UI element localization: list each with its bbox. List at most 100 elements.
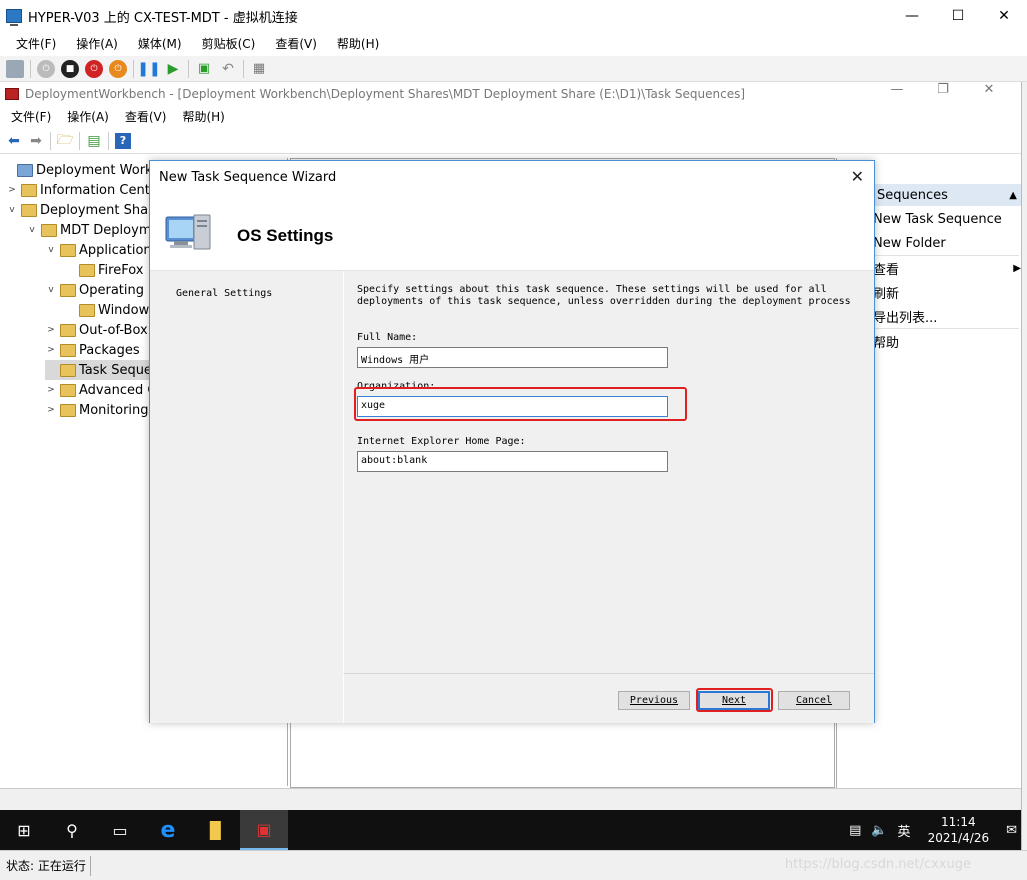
- page-title: OS Settings: [237, 226, 334, 245]
- help-icon[interactable]: ?: [115, 132, 131, 149]
- mmc-restore-icon[interactable]: ❐: [920, 82, 966, 97]
- tree-item[interactable]: v Application: [45, 240, 151, 260]
- vm-menu-help[interactable]: 帮助(H): [337, 35, 379, 52]
- wizard-step-general-settings[interactable]: General Settings: [176, 288, 272, 299]
- ie-home-page-field[interactable]: about:blank: [357, 451, 668, 472]
- vm-status-bar: 状态: 正在运行 https://blog.csdn.net/cxxuge: [0, 850, 1027, 880]
- folder-icon: [60, 383, 76, 397]
- vm-menu-file[interactable]: 文件(F): [16, 35, 56, 52]
- collapse-icon: ▲: [1009, 189, 1017, 201]
- enhanced-session-icon[interactable]: ▦: [250, 60, 268, 78]
- tree-item[interactable]: v Operating S: [45, 280, 156, 300]
- resume-icon[interactable]: ▶: [164, 60, 182, 78]
- minimize-icon[interactable]: —: [889, 0, 935, 32]
- ctrl-alt-del-icon[interactable]: [6, 59, 24, 78]
- volume-muted-icon[interactable]: 🔈: [871, 823, 887, 838]
- taskbar: ⊞ ⚲ ▭ e ▉ ▣ ▤ 🔈 英 11:14 2021/4/26 ✉: [0, 810, 1021, 850]
- vm-window-title: HYPER-V03 上的 CX-TEST-MDT - 虚拟机连接: [28, 10, 298, 26]
- clock[interactable]: 11:14 2021/4/26: [928, 814, 990, 846]
- network-icon[interactable]: ▤: [849, 823, 861, 838]
- forward-arrow-icon[interactable]: ➡: [28, 133, 44, 149]
- tree-item[interactable]: > Out-of-Box: [45, 320, 148, 340]
- tree-item[interactable]: Deployment Workbe: [2, 160, 169, 180]
- toolbar-separator: [79, 131, 80, 150]
- export-list-icon[interactable]: ▤: [86, 133, 102, 149]
- mmc-menu-view[interactable]: 查看(V): [125, 108, 167, 125]
- toolbar-separator: [133, 59, 134, 78]
- start-windows-icon[interactable]: ⊞: [0, 810, 48, 850]
- vm-menubar: 文件(F) 操作(A) 媒体(M) 剪贴板(C) 查看(V) 帮助(H): [0, 32, 1027, 54]
- vm-menu-clipboard[interactable]: 剪贴板(C): [202, 35, 256, 52]
- turn-off-icon[interactable]: ■: [61, 59, 79, 78]
- vm-menu-media[interactable]: 媒体(M): [138, 35, 182, 52]
- save-icon[interactable]: ⏻: [109, 59, 127, 78]
- full-name-field[interactable]: Windows 用户: [357, 347, 668, 368]
- vm-menu-action[interactable]: 操作(A): [76, 35, 118, 52]
- vm-status-text: 状态: 正在运行: [6, 859, 86, 873]
- tree-item[interactable]: > Advanced C: [45, 380, 156, 400]
- internet-explorer-icon[interactable]: e: [144, 810, 192, 850]
- vm-menu-view[interactable]: 查看(V): [275, 35, 317, 52]
- full-name-label: Full Name:: [357, 332, 418, 343]
- task-view-icon[interactable]: ▭: [96, 810, 144, 850]
- mmc-titlebar: DeploymentWorkbench - [Deployment Workbe…: [0, 82, 1021, 106]
- cancel-button[interactable]: Cancel: [778, 691, 850, 710]
- file-explorer-icon[interactable]: ▉: [192, 810, 240, 850]
- mmc-menubar: 文件(F) 操作(A) 查看(V) 帮助(H): [0, 106, 1021, 126]
- dialog-title: New Task Sequence Wizard: [159, 169, 337, 185]
- action-new-folder[interactable]: New Folder: [873, 232, 946, 254]
- revert-icon[interactable]: ↶: [219, 60, 237, 78]
- toolbar-separator: [188, 59, 189, 78]
- start-icon[interactable]: ⏻: [37, 59, 55, 78]
- mmc-toolbar: ⬅ ➡ 🗁 ▤ ?: [0, 128, 1021, 154]
- tree-item[interactable]: v Deployment Share: [6, 200, 161, 220]
- folder-icon: [21, 203, 37, 217]
- vm-window-controls: — ☐ ✕: [889, 0, 1027, 32]
- vm-connection-icon: [6, 9, 22, 26]
- toolbar-separator: [243, 59, 244, 78]
- ie-home-page-label: Internet Explorer Home Page:: [357, 436, 526, 447]
- vm-titlebar: HYPER-V03 上的 CX-TEST-MDT - 虚拟机连接 — ☐ ✕: [0, 0, 1027, 32]
- action-help[interactable]: 帮助: [873, 330, 899, 352]
- mmc-window-title: DeploymentWorkbench - [Deployment Workbe…: [25, 87, 746, 101]
- tree-item[interactable]: Window: [64, 300, 149, 320]
- up-folder-icon[interactable]: 🗁: [56, 132, 73, 149]
- close-icon[interactable]: ✕: [851, 167, 864, 186]
- maximize-icon[interactable]: ☐: [935, 0, 981, 32]
- previous-button[interactable]: Previous: [618, 691, 690, 710]
- tree-item-selected[interactable]: Task Seque: [45, 360, 155, 380]
- mmc-menu-file[interactable]: 文件(F): [11, 108, 51, 125]
- action-new-task-sequence[interactable]: New Task Sequence: [873, 208, 1002, 230]
- ime-indicator[interactable]: 英: [898, 821, 911, 840]
- shutdown-icon[interactable]: ⏻: [85, 59, 103, 78]
- tree-item[interactable]: > Information Cente: [6, 180, 158, 200]
- computer-icon: [165, 214, 211, 250]
- dialog-footer: Previous Next Cancel: [343, 673, 874, 723]
- action-view[interactable]: 查看 ▶: [873, 257, 1021, 279]
- tree-item[interactable]: v MDT Deploym: [26, 220, 151, 240]
- mmc-window-controls: — ❐ ✕: [874, 82, 1012, 97]
- mmc-menu-help[interactable]: 帮助(H): [182, 108, 224, 125]
- action-export-list[interactable]: 导出列表...: [873, 305, 937, 327]
- deployment-workbench-taskbar-icon[interactable]: ▣: [240, 810, 288, 850]
- mmc-menu-action[interactable]: 操作(A): [67, 108, 109, 125]
- notification-icon[interactable]: ✉: [1006, 823, 1017, 838]
- close-icon[interactable]: ✕: [981, 0, 1027, 32]
- tree-item[interactable]: > Packages: [45, 340, 139, 360]
- folder-icon: [60, 243, 76, 257]
- action-refresh[interactable]: 刷新: [873, 281, 899, 303]
- tree-item[interactable]: > Monitoring: [45, 400, 148, 420]
- mmc-minimize-icon[interactable]: —: [874, 82, 920, 97]
- pause-icon[interactable]: ❚❚: [137, 60, 160, 78]
- new-task-sequence-wizard: New Task Sequence Wizard ✕ OS Settings G…: [149, 160, 875, 723]
- vm-toolbar: ⏻ ■ ⏻ ⏻ ❚❚ ▶ ▣ ↶ ▦: [0, 56, 1027, 82]
- mmc-close-icon[interactable]: ✕: [966, 82, 1012, 97]
- system-tray: ▤ 🔈 英 11:14 2021/4/26 ✉: [844, 810, 1021, 850]
- checkpoint-icon[interactable]: ▣: [195, 60, 213, 78]
- back-arrow-icon[interactable]: ⬅: [6, 133, 22, 149]
- actions-divider: [867, 255, 1019, 256]
- tree-item[interactable]: FireFox: [64, 260, 143, 280]
- folder-icon: [41, 223, 57, 237]
- search-icon[interactable]: ⚲: [48, 810, 96, 850]
- dialog-body: General Settings Specify settings about …: [150, 270, 874, 723]
